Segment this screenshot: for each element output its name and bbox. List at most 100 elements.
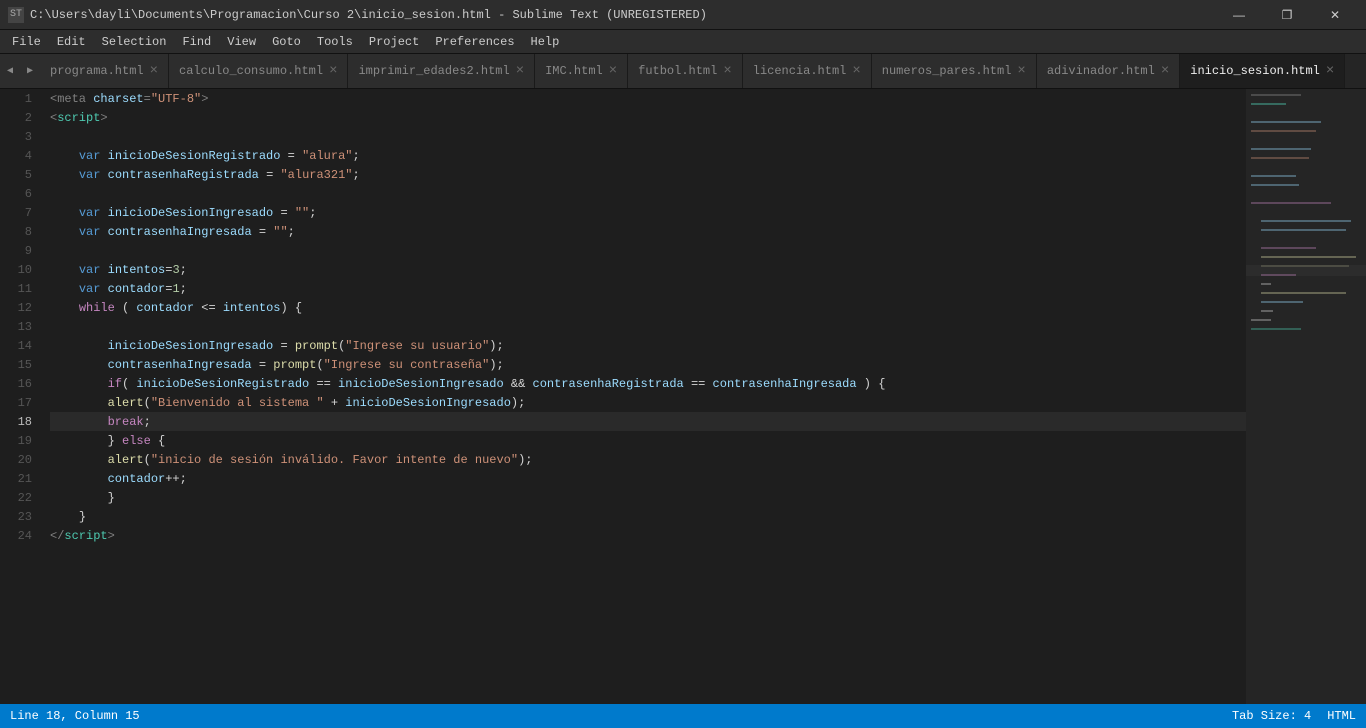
line-num-10: 10 [0,260,42,279]
tab-imc[interactable]: IMC.html × [535,54,628,88]
tab-inicio-sesion[interactable]: inicio_sesion.html × [1180,54,1345,88]
tab-close-icon[interactable]: × [1017,64,1025,78]
line-num-20: 20 [0,450,42,469]
tab-adivinador[interactable]: adivinador.html × [1037,54,1180,88]
line-num-6: 6 [0,184,42,203]
minimap-svg [1246,89,1366,704]
tab-calculo[interactable]: calculo_consumo.html × [169,54,348,88]
tab-scroll-right[interactable]: ▶ [20,54,40,88]
code-line-13 [50,317,1246,336]
menu-find[interactable]: Find [174,30,219,54]
line-num-16: 16 [0,374,42,393]
line-num-23: 23 [0,507,42,526]
minimize-button[interactable]: — [1216,0,1262,30]
menu-edit[interactable]: Edit [49,30,94,54]
code-line-17: alert("Bienvenido al sistema " + inicioD… [50,393,1246,412]
line-num-13: 13 [0,317,42,336]
code-line-5: var contrasenhaRegistrada = "alura321"; [50,165,1246,184]
tab-close-icon[interactable]: × [1161,64,1169,78]
menu-file[interactable]: File [4,30,49,54]
tab-futbol[interactable]: futbol.html × [628,54,743,88]
maximize-button[interactable]: ❐ [1264,0,1310,30]
line-num-18: 18 [0,412,42,431]
tab-label: futbol.html [638,64,717,78]
menu-goto[interactable]: Goto [264,30,309,54]
line-num-7: 7 [0,203,42,222]
menu-selection[interactable]: Selection [94,30,175,54]
title-bar: ST C:\Users\dayli\Documents\Programacion… [0,0,1366,30]
status-bar: Line 18, Column 15 Tab Size: 4 HTML [0,704,1366,728]
tab-label: calculo_consumo.html [179,64,323,78]
tab-programa[interactable]: programa.html × [40,54,169,88]
code-line-3 [50,127,1246,146]
line-num-12: 12 [0,298,42,317]
code-line-10: var intentos=3; [50,260,1246,279]
tab-close-icon[interactable]: × [609,64,617,78]
code-line-12: while ( contador <= intentos) { [50,298,1246,317]
line-num-1: 1 [0,89,42,108]
line-num-4: 4 [0,146,42,165]
code-line-1: <meta charset="UTF-8"> [50,89,1246,108]
tab-close-icon[interactable]: × [150,64,158,78]
tab-label: adivinador.html [1047,64,1155,78]
code-line-24: </script> [50,526,1246,545]
line-num-15: 15 [0,355,42,374]
line-num-14: 14 [0,336,42,355]
tab-bar: ◀ ▶ programa.html × calculo_consumo.html… [0,54,1366,89]
minimap [1246,89,1366,704]
status-line-col: Line 18, Column 15 [10,709,140,723]
tab-close-icon[interactable]: × [852,64,860,78]
code-line-18: break; [50,412,1246,431]
tab-label: inicio_sesion.html [1190,64,1320,78]
line-num-11: 11 [0,279,42,298]
code-line-21: contador++; [50,469,1246,488]
tab-licencia[interactable]: licencia.html × [743,54,872,88]
code-line-2: <script> [50,108,1246,127]
menu-bar: File Edit Selection Find View Goto Tools… [0,30,1366,54]
line-num-21: 21 [0,469,42,488]
code-line-16: if( inicioDeSesionRegistrado == inicioDe… [50,374,1246,393]
tab-label: numeros_pares.html [882,64,1012,78]
line-num-24: 24 [0,526,42,545]
tab-label: IMC.html [545,64,603,78]
menu-preferences[interactable]: Preferences [427,30,522,54]
tab-label: imprimir_edades2.html [358,64,509,78]
tab-label: licencia.html [753,64,847,78]
tab-close-icon[interactable]: × [329,64,337,78]
tab-close-icon[interactable]: × [1326,64,1334,78]
tab-imprimir[interactable]: imprimir_edades2.html × [348,54,535,88]
app-icon: ST [8,7,24,23]
code-line-9 [50,241,1246,260]
status-left: Line 18, Column 15 [10,709,140,723]
tab-label: programa.html [50,64,144,78]
code-line-8: var contrasenhaIngresada = ""; [50,222,1246,241]
status-right: Tab Size: 4 HTML [1232,709,1356,723]
line-num-8: 8 [0,222,42,241]
line-num-9: 9 [0,241,42,260]
menu-view[interactable]: View [219,30,264,54]
code-line-23: } [50,507,1246,526]
line-numbers: 1 2 3 4 5 6 7 8 9 10 11 12 13 14 15 16 1… [0,89,42,704]
code-line-22: } [50,488,1246,507]
code-line-19: } else { [50,431,1246,450]
tab-scroll-left[interactable]: ◀ [0,54,20,88]
code-line-14: inicioDeSesionIngresado = prompt("Ingres… [50,336,1246,355]
tab-close-icon[interactable]: × [723,64,731,78]
menu-help[interactable]: Help [523,30,568,54]
tab-numeros[interactable]: numeros_pares.html × [872,54,1037,88]
status-tab-size: Tab Size: 4 [1232,709,1311,723]
tab-close-icon[interactable]: × [516,64,524,78]
status-language: HTML [1327,709,1356,723]
title-text: C:\Users\dayli\Documents\Programacion\Cu… [30,8,707,22]
code-content[interactable]: <meta charset="UTF-8"> <script> var inic… [42,89,1246,704]
window-controls: — ❐ ✕ [1216,0,1358,30]
menu-tools[interactable]: Tools [309,30,361,54]
menu-project[interactable]: Project [361,30,427,54]
close-button[interactable]: ✕ [1312,0,1358,30]
line-num-5: 5 [0,165,42,184]
line-num-3: 3 [0,127,42,146]
code-line-11: var contador=1; [50,279,1246,298]
line-num-17: 17 [0,393,42,412]
editor: 1 2 3 4 5 6 7 8 9 10 11 12 13 14 15 16 1… [0,89,1366,704]
line-num-2: 2 [0,108,42,127]
